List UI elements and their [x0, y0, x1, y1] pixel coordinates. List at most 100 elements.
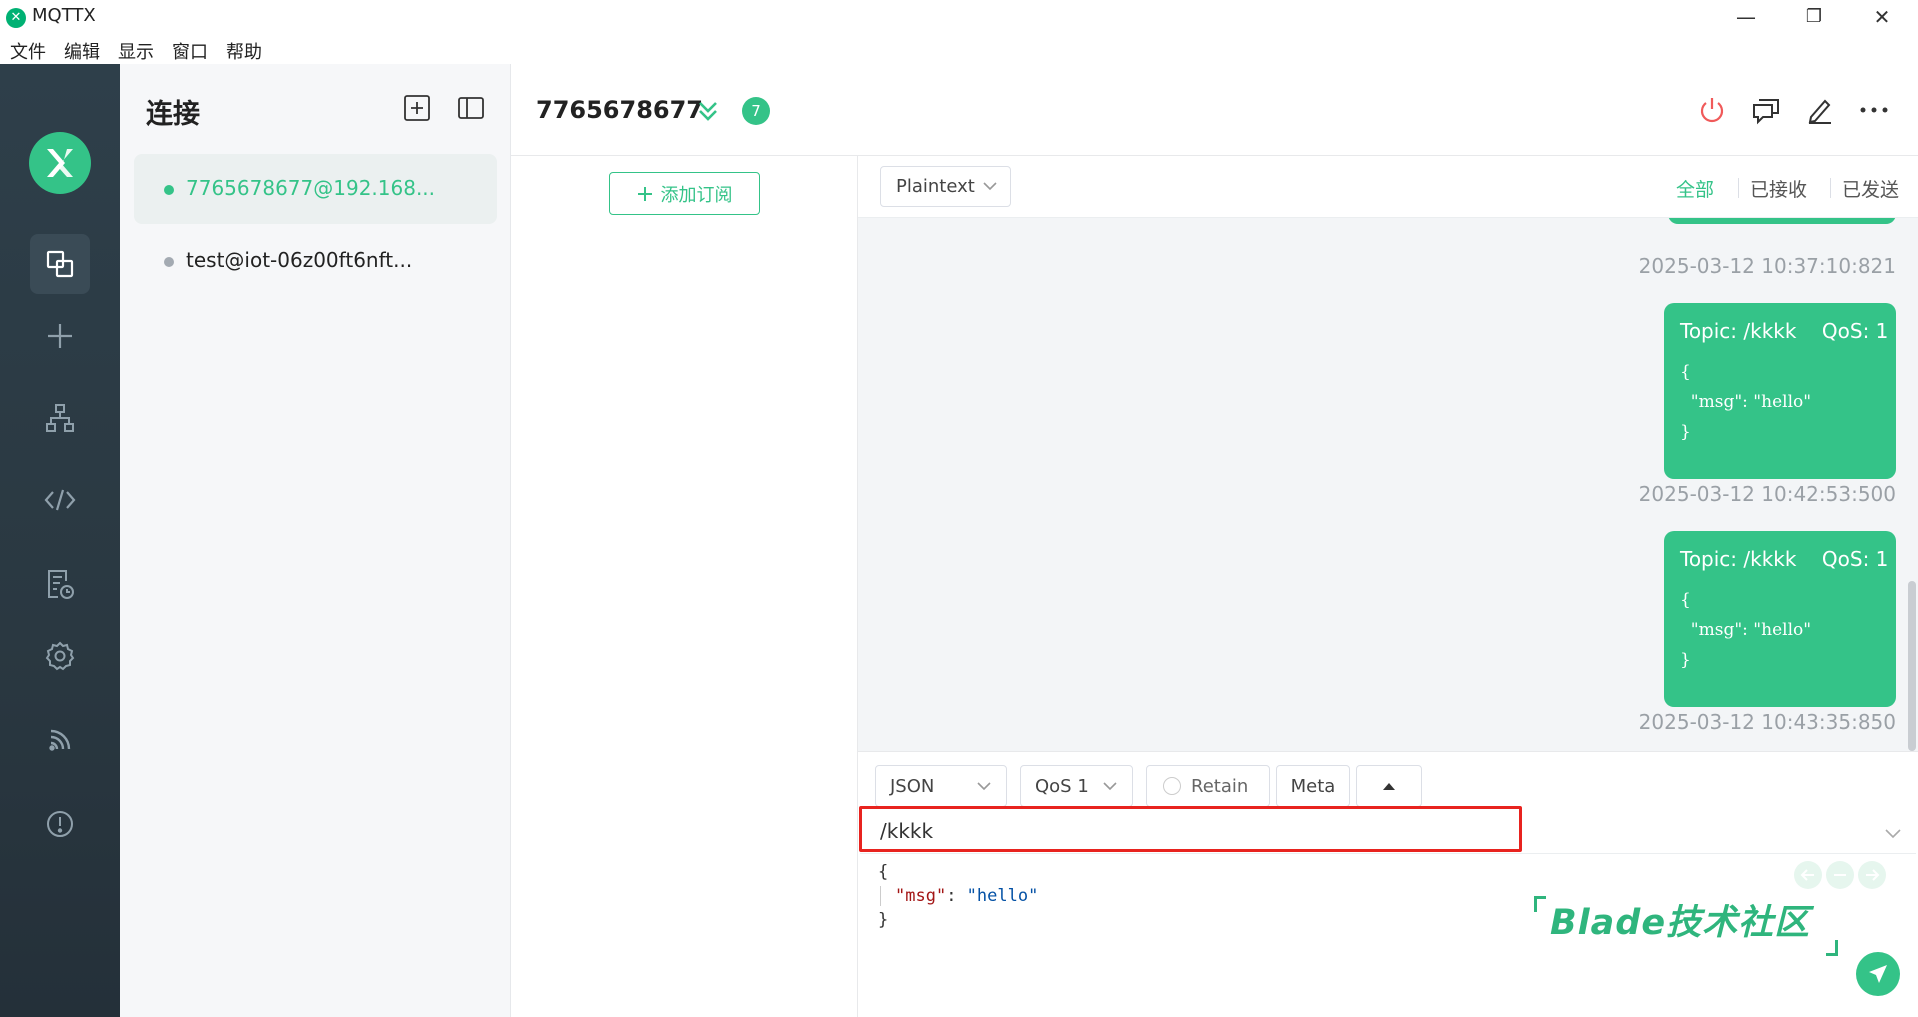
retain-radio-icon — [1163, 777, 1181, 795]
menu-help[interactable]: 帮助 — [226, 38, 262, 64]
topology-icon[interactable] — [30, 388, 90, 448]
payload-value: "hello" — [966, 886, 1039, 906]
maximize-button[interactable]: ❐ — [1786, 0, 1842, 34]
send-icon — [1869, 965, 1887, 983]
message-bubble: Topic: /kkkk QoS: 1 { "msg": "hello" } — [1664, 303, 1896, 479]
meta-button[interactable]: Meta — [1276, 765, 1350, 807]
script-icon[interactable] — [30, 470, 90, 530]
connection-header: 7765678677 7 — [511, 64, 1918, 156]
retain-checkbox[interactable]: Retain — [1146, 765, 1270, 807]
payload-key: "msg" — [895, 886, 947, 906]
close-button[interactable]: ✕ — [1854, 0, 1910, 34]
message-qos: QoS: 1 — [1821, 319, 1889, 343]
message-topic: Topic: /kkkk — [1680, 319, 1797, 343]
payload-format-select[interactable]: JSON — [875, 765, 1007, 807]
payload-editor[interactable]: { "msg": "hello" } — [878, 860, 1038, 932]
log-icon[interactable] — [30, 554, 90, 614]
payload-line: } — [1680, 650, 1691, 670]
more-icon[interactable] — [1856, 92, 1892, 128]
edit-icon[interactable] — [1802, 92, 1838, 128]
connection-item-active[interactable]: 7765678677@192.168... — [134, 154, 497, 224]
triangle-up-icon — [1383, 783, 1395, 790]
meta-label: Meta — [1290, 775, 1336, 797]
arrow-right-icon[interactable] — [1858, 861, 1886, 889]
connected-status-dot — [164, 185, 174, 195]
connections-icon[interactable] — [30, 234, 90, 294]
chevron-down-icon — [977, 782, 991, 791]
menu-edit[interactable]: 编辑 — [64, 38, 100, 64]
payload-brace-close: } — [878, 910, 889, 930]
message-time: 2025-03-12 10:43:35:850 — [1638, 710, 1896, 734]
menu-bar: 文件 编辑 显示 窗口 帮助 — [0, 34, 1918, 64]
connection-label: 7765678677@192.168... — [186, 176, 436, 200]
chevron-double-down-icon[interactable] — [695, 98, 721, 128]
payload-line: } — [1680, 422, 1691, 442]
menu-file[interactable]: 文件 — [10, 38, 46, 64]
payload-line: { — [1680, 590, 1691, 610]
retain-label: Retain — [1191, 775, 1249, 797]
settings-icon[interactable] — [30, 626, 90, 686]
message-topic: Topic: /kkkk — [1680, 547, 1797, 571]
filter-all[interactable]: 全部 — [1676, 175, 1714, 202]
topic-history-chevron-icon[interactable] — [1884, 824, 1902, 843]
connections-panel: 连接 7765678677@192.168... test@iot-06z00f… — [120, 64, 511, 1017]
receive-format-select[interactable]: Plaintext — [880, 166, 1011, 207]
filter-divider — [1830, 178, 1831, 198]
qos-value: QoS 1 — [1035, 775, 1089, 797]
payload-line: { — [1680, 362, 1691, 382]
minimize-button[interactable]: — — [1718, 0, 1774, 34]
payload-format-value: JSON — [890, 775, 935, 797]
payload-line: "msg": "hello" — [1680, 392, 1812, 412]
app-logo-icon: ✕ — [6, 8, 26, 28]
chevron-down-icon — [983, 182, 997, 191]
connection-item[interactable]: test@iot-06z00ft6nft... — [134, 226, 497, 296]
connection-name: 7765678677 — [536, 96, 703, 124]
message-time: 2025-03-12 10:37:10:821 — [1638, 254, 1896, 278]
power-icon[interactable] — [1694, 92, 1730, 128]
feed-icon[interactable] — [30, 710, 90, 770]
filter-divider — [1738, 178, 1739, 198]
messages-area: 2025-03-12 10:37:10:821 Topic: /kkkk QoS… — [858, 156, 1918, 751]
chevron-down-icon — [1103, 782, 1117, 791]
add-subscription-label: 添加订阅 — [660, 184, 733, 206]
unread-count-badge: 7 — [742, 97, 770, 125]
new-connection-button[interactable] — [403, 94, 431, 122]
disconnected-status-dot — [164, 257, 174, 267]
messages-toolbar: Plaintext 全部 已接收 已发送 — [858, 156, 1918, 218]
title-bar: ✕ MQTTX — ❐ ✕ — [0, 0, 1918, 34]
sidebar — [0, 64, 120, 1017]
mqttx-logo-icon — [29, 132, 91, 194]
watermark-text: Blade技术社区 — [1550, 903, 1811, 943]
toggle-panel-button[interactable] — [457, 94, 485, 122]
payload-brace-open: { — [878, 862, 889, 882]
filter-sent[interactable]: 已发送 — [1842, 175, 1899, 202]
connection-label: test@iot-06z00ft6nft... — [186, 248, 413, 272]
add-subscription-button[interactable]: 添加订阅 — [609, 172, 760, 215]
message-time: 2025-03-12 10:42:53:500 — [1638, 482, 1896, 506]
menu-view[interactable]: 显示 — [118, 38, 154, 64]
send-button[interactable] — [1856, 952, 1900, 996]
receive-format-value: Plaintext — [896, 176, 975, 197]
app-title: MQTTX — [32, 5, 96, 26]
payload-line: "msg": "hello" — [1680, 620, 1812, 640]
messages-scrollbar[interactable] — [1908, 581, 1916, 751]
add-icon[interactable] — [30, 306, 90, 366]
qos-select[interactable]: QoS 1 — [1020, 765, 1133, 807]
subscriptions-panel: 添加订阅 — [511, 156, 858, 1017]
message-composer: JSON QoS 1 Retain Meta { "msg": "hello" … — [858, 751, 1918, 1017]
menu-window[interactable]: 窗口 — [172, 38, 208, 64]
collapse-toolbar-button[interactable] — [1356, 765, 1422, 807]
about-icon[interactable] — [30, 794, 90, 854]
filter-received[interactable]: 已接收 — [1750, 175, 1807, 202]
topic-input[interactable] — [860, 808, 1916, 854]
minus-icon[interactable] — [1826, 861, 1854, 889]
message-bubble: Topic: /kkkk QoS: 1 { "msg": "hello" } — [1664, 531, 1896, 707]
watermark-corner — [1826, 940, 1838, 956]
arrow-left-icon[interactable] — [1794, 861, 1822, 889]
connections-title: 连接 — [146, 99, 200, 130]
message-qos: QoS: 1 — [1821, 547, 1889, 571]
watermark-corner — [1534, 896, 1546, 912]
payload-colon: : — [946, 886, 967, 906]
chat-icon[interactable] — [1748, 92, 1784, 128]
plus-icon — [637, 186, 652, 201]
